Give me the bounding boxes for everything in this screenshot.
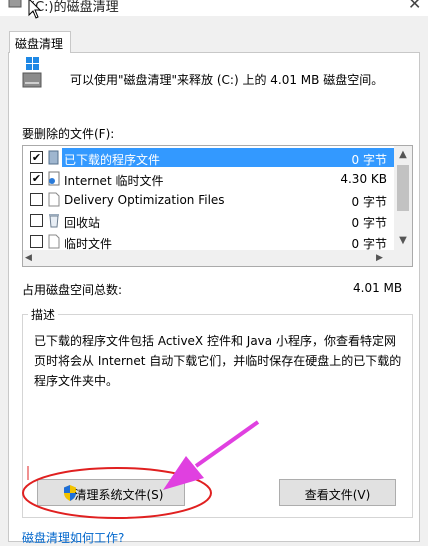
window-title: (C:)的磁盘清理 [30,0,119,15]
checkbox[interactable] [30,214,43,227]
close-icon[interactable]: ✕ [408,0,421,13]
files-to-delete-label: 要删除的文件(F): [22,127,115,141]
space-summary: 可以使用"磁盘清理"来释放 (C:) 上的 4.01 MB 磁盘空间。 [70,73,384,87]
file-name: 回收站 [64,216,101,230]
list-item[interactable]: ✔ Internet 临时文件 4.30 KB [23,168,394,189]
file-name: 已下载的程序文件 [64,153,161,167]
list-item[interactable]: Delivery Optimization Files 0 字节 [23,189,394,210]
file-name: Internet 临时文件 [64,174,164,188]
total-space-value: 4.01 MB [353,281,403,295]
file-size: 0 字节 [351,195,387,209]
list-item[interactable]: ✔ 已下载的程序文件 0 字节 [23,147,394,168]
tab-disk-cleanup[interactable]: 磁盘清理 [9,31,71,53]
list-item[interactable]: 临时文件 0 字节 [23,231,394,252]
clean-system-files-label: 清理系统文件(S) [74,488,164,502]
how-disk-cleanup-works-link[interactable]: 磁盘清理如何工作? [22,529,124,546]
view-files-label: 查看文件(V) [304,488,371,502]
list-item[interactable]: 回收站 0 字节 [23,210,394,231]
disk-cleanup-app-icon [8,0,22,8]
vertical-scrollbar[interactable]: ▲ ▼ [394,146,412,250]
description-legend: 描述 [28,306,59,323]
internet-files-icon [48,171,60,186]
scroll-thumb[interactable] [397,165,409,211]
clean-system-files-button[interactable]: 清理系统文件(S) [37,479,185,506]
drive-icon [22,57,42,88]
file-icon [48,234,60,249]
checkbox[interactable] [30,193,43,206]
horizontal-scrollbar[interactable]: ◀ ▶ [23,250,412,266]
checkbox[interactable] [30,235,43,248]
checkbox[interactable]: ✔ [30,151,43,164]
mouse-cursor-icon [28,0,42,19]
file-icon [48,192,60,207]
scroll-down-icon[interactable]: ▼ [394,232,412,250]
scroll-left-icon[interactable]: ◀ [25,250,32,266]
checkbox[interactable]: ✔ [30,172,43,185]
view-files-button[interactable]: 查看文件(V) [279,479,396,506]
scroll-up-icon[interactable]: ▲ [394,146,412,164]
file-size: 0 字节 [351,153,387,167]
folder-icon [48,150,59,165]
file-size: 0 字节 [351,216,387,230]
recycle-bin-icon [49,214,59,228]
title-bar: (C:)的磁盘清理 ✕ [0,0,428,16]
file-name: Delivery Optimization Files [64,193,225,207]
description-text: 已下载的程序文件包括 ActiveX 控件和 Java 小程序，你查看特定网页时… [34,334,402,388]
files-listbox[interactable]: ✔ 已下载的程序文件 0 字节 ✔ Internet 临时文件 4.30 KB … [22,145,413,267]
scroll-right-icon[interactable]: ▶ [376,250,383,266]
total-space-label: 占用磁盘空间总数: [22,283,123,297]
file-size: 4.30 KB [340,172,387,186]
